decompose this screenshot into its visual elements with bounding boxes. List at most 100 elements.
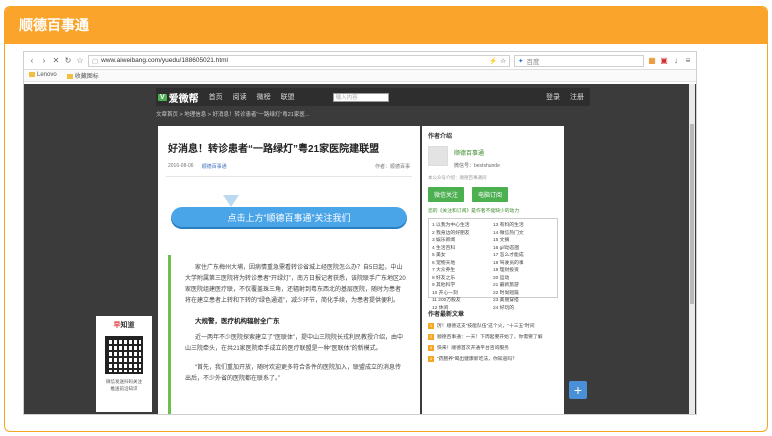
nav-rank[interactable]: 微榜: [257, 92, 271, 102]
qr-desc: 微信发送扫码关注 推送前沿知识: [106, 379, 142, 391]
arrow-icon: [223, 195, 239, 207]
list-item[interactable]: 4 生活百科: [432, 244, 493, 252]
list-item[interactable]: 2 我身边的好朋友: [432, 229, 493, 237]
list-item[interactable]: 17 怎么才能成: [493, 251, 554, 259]
forward-icon[interactable]: ›: [40, 56, 48, 65]
subscribe-button[interactable]: 电脑订阅: [472, 187, 509, 202]
list-number: 1: [428, 322, 434, 329]
star-icon[interactable]: ☆: [76, 56, 84, 65]
refresh-icon[interactable]: ↻: [64, 56, 72, 65]
login-link[interactable]: 登录: [546, 92, 560, 102]
bookmark-favorites[interactable]: 收藏图标: [66, 71, 99, 80]
scrollbar[interactable]: [689, 84, 695, 414]
list-item[interactable]: 19 理财投资: [493, 266, 554, 274]
paragraph: “首先，我们重加开放，随时欢迎更多符合条件的医院加入，联盟成立的消息传出后，不少…: [185, 365, 401, 382]
menu-icon[interactable]: ≡: [684, 56, 692, 65]
list-item[interactable]: 7 大众养生: [432, 266, 493, 274]
list-item[interactable]: 24 好玩的: [493, 304, 554, 312]
account-name[interactable]: 顺德百事通: [454, 148, 500, 157]
article-panel: 好消息！转诊患者“一路绿灯”粤21家医院建联盟 2016-08-06 顺德百事通…: [158, 126, 420, 414]
list-item[interactable]: 20 运动: [493, 274, 554, 282]
site-search-input[interactable]: 输入内容: [332, 92, 389, 102]
qr-title: 早知道: [113, 322, 135, 329]
breadcrumb: 文章首页 > 地理信息 > 好消息！转诊患者“一路绿灯”粤21家医...: [156, 112, 310, 118]
back-icon[interactable]: ‹: [28, 56, 36, 65]
article-body: 家住广东梅州大埔，因病情重急需看转诊省城上经医院怎么办？自5日起，中山大学附属第…: [168, 255, 412, 414]
logo-text: 爱微帮: [168, 93, 199, 105]
nav-home[interactable]: 首页: [209, 92, 223, 102]
account-card: 顺德百事通 微信号：bestshunde: [428, 146, 558, 169]
qr-code-icon: [105, 336, 143, 374]
divider: [166, 176, 412, 177]
list-item[interactable]: 14 微信热门文: [493, 229, 554, 237]
card-title: 顺德百事通: [5, 7, 767, 44]
rank-list: 1 以我为中心生活 13 有料的生活 2 我身边的好朋友 14 微信热门文 3 …: [428, 218, 558, 311]
page-icon: ▢: [92, 57, 99, 65]
section-heading: 大规警，医疗机构辐射全广东: [195, 318, 280, 325]
bookmark-lenovo[interactable]: Lenovo: [29, 72, 57, 79]
list-item[interactable]: 3 娱乐新闻: [432, 236, 493, 244]
list-item[interactable]: 6 宠物天地: [432, 259, 493, 267]
list-item[interactable]: 9 其他科学: [432, 281, 493, 289]
search-engine-label: 百度: [526, 58, 540, 66]
list-item[interactable]: 10 开心一刻: [432, 289, 493, 297]
sidebar: 作者介绍 顺德百事通 微信号：bestshunde 本公众号介绍：顺德百事通同 …: [422, 126, 564, 414]
sidebar-intro-title: 作者介绍: [428, 134, 453, 140]
extension-icon[interactable]: ▣: [660, 56, 668, 65]
rank-link[interactable]: 您的《关注和订阅》是作者不能缺少的动力: [422, 202, 564, 214]
list-item[interactable]: 21 最新旅游: [493, 281, 554, 289]
browser-search[interactable]: ✦ 百度: [514, 54, 644, 67]
follow-banner[interactable]: 点击上方“顺德百事通”关注我们: [171, 195, 407, 235]
download-icon[interactable]: ↓: [672, 56, 680, 65]
sidebar-buttons: 微信关注 电脑订阅: [422, 181, 564, 202]
nav-union[interactable]: 联盟: [281, 92, 295, 102]
article-date: 2016-08-06: [168, 163, 194, 169]
bookmark-star-icon[interactable]: ☆: [500, 57, 506, 65]
list-item[interactable]: 1 以我为中心生活: [432, 221, 493, 229]
card: 顺德百事通 ‹ › ✕ ↻ ☆ ▢ www.aiweibang.com/yued…: [4, 6, 768, 432]
list-item[interactable]: 23 美丽穿搭: [493, 296, 554, 304]
site-nav: V 爱微帮 首页 阅读 微榜 联盟 输入内容 登录 注册: [156, 88, 590, 106]
list-item[interactable]: 5 美女: [432, 251, 493, 259]
wechat-id: 微信号：bestshunde: [454, 163, 500, 169]
address-text: www.aiweibang.com/yuedu/188605021.html: [101, 57, 228, 64]
list-item[interactable]: 13 有料的生活: [493, 221, 554, 229]
browser-window: ‹ › ✕ ↻ ☆ ▢ www.aiweibang.com/yuedu/1886…: [23, 51, 697, 415]
article-source[interactable]: 顺德百事通: [202, 163, 227, 170]
search-engine-icon: ✦: [518, 57, 524, 65]
nav-read[interactable]: 阅读: [233, 92, 247, 102]
article-title: 好消息！转诊患者“一路绿灯”粤21家医院建联盟: [168, 144, 380, 155]
scrollbar-thumb[interactable]: [690, 124, 694, 304]
qr-widget: 早知道 微信发送扫码关注 推送前沿知识: [96, 316, 152, 412]
address-bar[interactable]: ▢ www.aiweibang.com/yuedu/188605021.html…: [88, 54, 510, 67]
list-item[interactable]: 8 好友之乐: [432, 274, 493, 282]
site-logo[interactable]: V 爱微帮: [158, 90, 199, 105]
bookmarks-bar: Lenovo 收藏图标: [24, 70, 696, 82]
paragraph: 家住广东梅州大埔，因病情重急需看转诊省城上经医院怎么办？自5日起，中山大学附属第…: [185, 265, 406, 304]
latest-articles: 作者最新文章 1 厉！顺德这支“技能队伍”这个火，“十三五”时间 2 顺德百事通：一…: [422, 304, 564, 362]
web-page: V 爱微帮 首页 阅读 微榜 联盟 输入内容 登录 注册 文章首页 > 地理信息…: [24, 84, 696, 414]
list-item[interactable]: 2 顺德百事通：一天！下周起要开始了，你需要了解: [422, 329, 564, 340]
follow-banner-text: 点击上方“顺德百事通”关注我们: [171, 207, 407, 229]
account-intro: 本公众号介绍：顺德百事通同: [428, 175, 487, 180]
account-avatar[interactable]: [428, 146, 448, 166]
list-item[interactable]: 4 “药膳养”喝出健康新吃法，你知道吗？: [422, 351, 564, 362]
logo-badge: V: [158, 93, 167, 101]
list-item[interactable]: 22 时尚短篇: [493, 289, 554, 297]
grid-icon[interactable]: ▦: [648, 56, 656, 65]
list-item[interactable]: 18 驾驶员的事: [493, 259, 554, 267]
float-add-button[interactable]: +: [569, 381, 587, 399]
list-item[interactable]: 16 gif动态图: [493, 244, 554, 252]
list-item[interactable]: 11 200万股友: [432, 296, 493, 304]
register-link[interactable]: 注册: [570, 92, 584, 102]
lightning-icon[interactable]: ⚡: [489, 57, 497, 65]
list-number: 2: [428, 333, 434, 340]
list-number: 4: [428, 355, 434, 362]
close-icon[interactable]: ✕: [52, 56, 60, 65]
list-item[interactable]: 15 文摘: [493, 236, 554, 244]
paragraph: 近一两年不少医院探索建立了“医联体”，提中山三院院长戎利民教授介绍，由中山三院牵…: [185, 335, 403, 352]
list-item[interactable]: 1 厉！顺德这支“技能队伍”这个火，“十三五”时间: [422, 318, 564, 329]
browser-toolbar: ‹ › ✕ ↻ ☆ ▢ www.aiweibang.com/yuedu/1886…: [24, 52, 696, 70]
follow-button[interactable]: 微信关注: [428, 187, 465, 202]
list-item[interactable]: 3 快来！顺德首次开通平台咨询服务: [422, 340, 564, 351]
